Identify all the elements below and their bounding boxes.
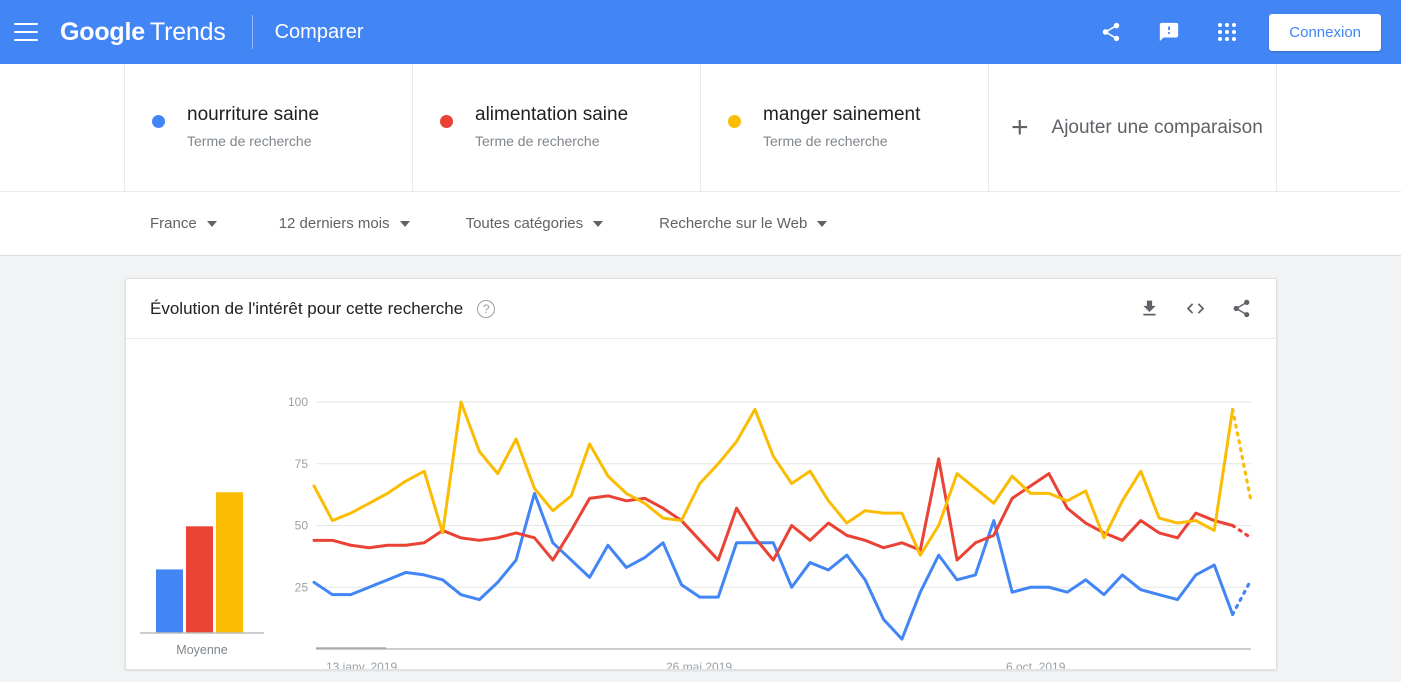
card-title: Évolution de l'intérêt pour cette recher…: [150, 298, 464, 318]
chevron-down-icon: [817, 220, 828, 227]
hamburger-line: [14, 31, 38, 33]
term-color-dot-yellow: [728, 115, 741, 128]
interest-over-time-chart[interactable]: 25 50 75 100 13 janv. 2019 26 mai 2019 6 oct. …: [126, 339, 1276, 669]
filter-category-label: Toutes catégories: [465, 215, 584, 232]
terms-left-gutter: [0, 64, 125, 191]
average-bar-2[interactable]: [216, 492, 243, 633]
appbar-actions: [1091, 12, 1247, 52]
hamburger-line: [14, 23, 38, 25]
term-color-dot-red: [440, 115, 453, 128]
apps-dot: [1218, 23, 1223, 27]
apps-dot: [1232, 30, 1237, 34]
term-subtitle: Terme de recherche: [187, 133, 312, 149]
appbar-divider: [251, 15, 253, 49]
terms-right-gutter: [1277, 64, 1401, 191]
y-axis-tick-label: 75: [295, 457, 309, 471]
apps-dot: [1218, 37, 1223, 41]
average-bar-0[interactable]: [156, 569, 183, 633]
chart-line-series-2[interactable]: [312, 400, 1235, 557]
term-color-dot-blue: [152, 115, 165, 128]
y-axis-tick-label: 50: [295, 519, 309, 533]
hamburger-menu-icon[interactable]: [14, 23, 38, 41]
card-actions: [1136, 296, 1254, 322]
chevron-down-icon: [399, 220, 410, 227]
plus-icon: +: [1011, 110, 1029, 144]
share-button[interactable]: [1091, 12, 1131, 52]
y-axis-tick-label: 100: [288, 395, 308, 409]
google-apps-button[interactable]: [1207, 12, 1247, 52]
filter-time-range-label: 12 derniers mois: [278, 215, 390, 232]
chart-line-partial-series-1: [1231, 523, 1253, 540]
filter-location-label: France: [150, 215, 197, 232]
chart-line-partial-series-2: [1231, 407, 1253, 503]
chart-area[interactable]: 25 50 75 100 13 janv. 2019 26 mai 2019 6 oct. …: [126, 339, 1276, 669]
filter-search-type-label: Recherche sur le Web: [659, 215, 808, 232]
apps-dot: [1218, 30, 1223, 34]
x-axis-tick-label: 13 janv. 2019: [326, 660, 397, 669]
apps-dot: [1225, 23, 1230, 27]
interest-over-time-card: Évolution de l'intérêt pour cette recher…: [125, 278, 1277, 670]
trends-wordmark: Trends: [149, 17, 226, 46]
term-subtitle: Terme de recherche: [763, 133, 888, 149]
x-axis-tick-label: 6 oct. 2019: [1006, 660, 1066, 669]
share-icon: [1103, 22, 1120, 42]
term-card-2[interactable]: manger sainement Terme de recherche: [701, 64, 989, 191]
sign-in-button[interactable]: Connexion: [1269, 13, 1381, 51]
term-name: manger sainement: [763, 104, 921, 125]
apps-dot: [1232, 37, 1237, 41]
apps-dot: [1225, 30, 1230, 34]
apps-dot: [1225, 37, 1230, 41]
feedback-icon: [1160, 22, 1179, 42]
comparison-terms-row: nourriture saine Terme de recherche alim…: [0, 64, 1401, 192]
embed-code-button[interactable]: [1182, 296, 1208, 322]
download-icon: [1142, 300, 1156, 316]
average-bar-1[interactable]: [186, 526, 213, 633]
feedback-button[interactable]: [1149, 12, 1189, 52]
share-chart-button[interactable]: [1228, 296, 1254, 322]
apps-grid-icon: [1218, 23, 1237, 41]
add-comparison-button[interactable]: + Ajouter une comparaison: [989, 64, 1277, 191]
filter-category[interactable]: Toutes catégories: [466, 215, 604, 232]
term-card-0[interactable]: nourriture saine Terme de recherche: [125, 64, 413, 191]
page-body: Évolution de l'intérêt pour cette recher…: [0, 256, 1401, 682]
google-wordmark: Google: [60, 17, 145, 46]
chevron-down-icon: [206, 220, 217, 227]
app-bar: Google Trends Comparer Connexion: [0, 0, 1401, 64]
filter-location[interactable]: France: [150, 215, 217, 232]
term-name: alimentation saine: [475, 104, 629, 125]
google-trends-logo[interactable]: Google Trends: [60, 18, 226, 47]
average-bars-label: Moyenne: [176, 643, 227, 657]
page-title: Comparer: [274, 20, 364, 43]
x-axis-tick-label: 26 mai 2019: [666, 660, 732, 669]
filter-bar: France 12 derniers mois Toutes catégorie…: [0, 192, 1401, 256]
embed-code-icon: [1186, 303, 1204, 314]
chevron-down-icon: [593, 220, 604, 227]
term-card-1[interactable]: alimentation saine Terme de recherche: [413, 64, 701, 191]
filter-time-range[interactable]: 12 derniers mois: [279, 215, 410, 232]
add-comparison-label: Ajouter une comparaison: [1051, 116, 1263, 138]
hamburger-line: [14, 39, 38, 41]
download-button[interactable]: [1136, 296, 1162, 322]
filter-search-type[interactable]: Recherche sur le Web: [659, 215, 828, 232]
card-header: Évolution de l'intérêt pour cette recher…: [126, 279, 1276, 339]
apps-dot: [1232, 23, 1237, 27]
help-circle-icon[interactable]: ?: [477, 299, 496, 318]
share-icon: [1233, 299, 1249, 318]
y-axis-tick-label: 25: [295, 580, 309, 594]
term-name: nourriture saine: [187, 104, 320, 125]
term-subtitle: Terme de recherche: [475, 133, 600, 149]
chart-line-partial-series-0: [1231, 578, 1253, 617]
